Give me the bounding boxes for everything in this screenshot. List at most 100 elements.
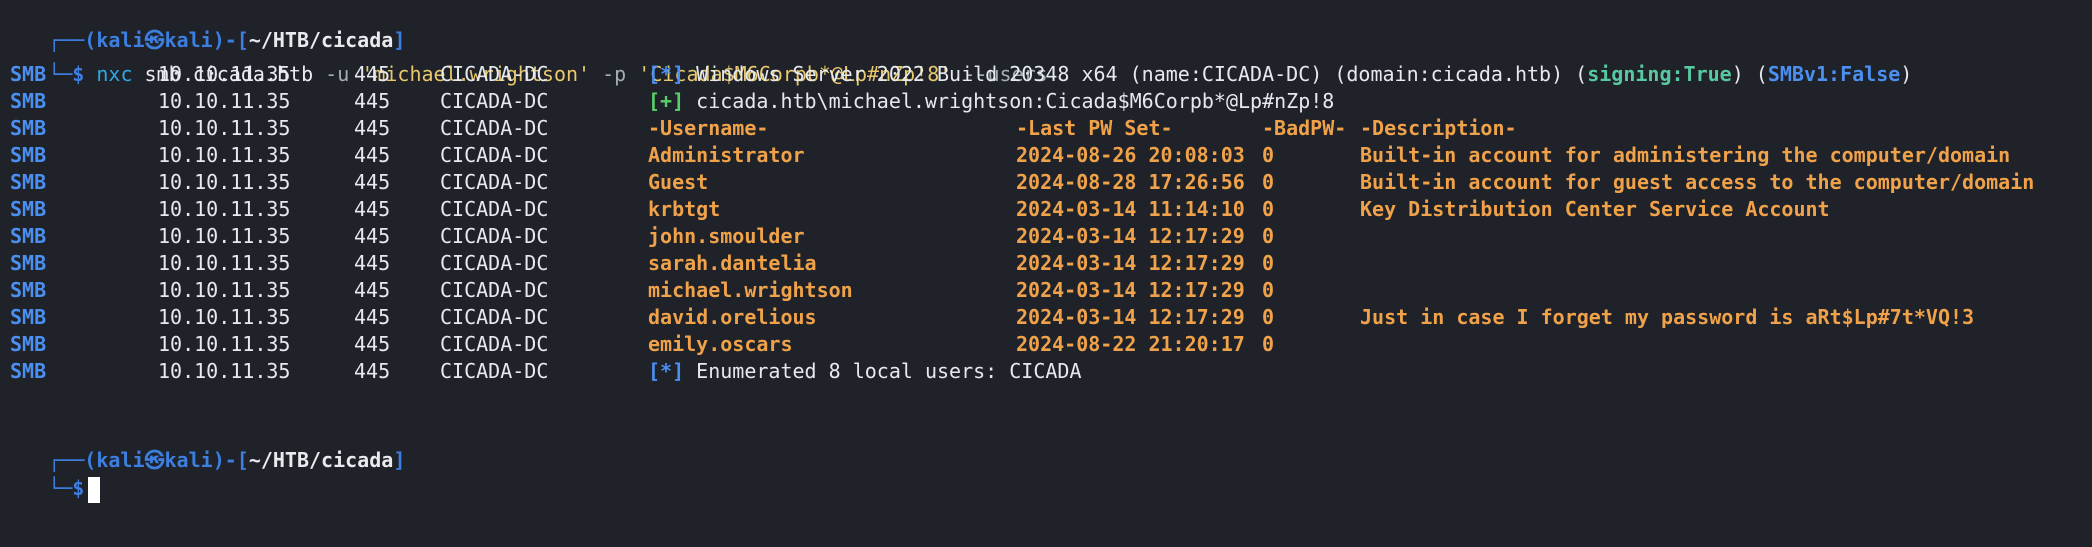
info-mark: [*] bbox=[648, 62, 685, 86]
bad-pw-count: 0 bbox=[1262, 170, 1275, 194]
proto-label: SMB bbox=[10, 332, 47, 356]
ip-address: 10.10.11.35 bbox=[158, 332, 291, 356]
last-pw-set: 2024-03-14 12:17:29 bbox=[1016, 251, 1245, 275]
ip-address: 10.10.11.35 bbox=[158, 62, 291, 86]
ip-address: 10.10.11.35 bbox=[158, 197, 291, 221]
bad-pw-count: 0 bbox=[1262, 278, 1275, 302]
user-row: SMB 10.10.11.35 445 CICADA-DC Administrator 2… bbox=[0, 142, 2092, 169]
summary-mark: [*] bbox=[648, 359, 685, 383]
port: 445 bbox=[354, 359, 391, 383]
port: 445 bbox=[354, 170, 391, 194]
proto-label: SMB bbox=[10, 62, 47, 86]
username: michael.wrightson bbox=[648, 278, 853, 302]
terminal-window[interactable]: ┌──(kali㉿kali)-[~/HTB/cicada] └─$ nxc sm… bbox=[0, 0, 2092, 514]
bad-pw-count: 0 bbox=[1262, 251, 1275, 275]
bad-pw-count: 0 bbox=[1262, 332, 1275, 356]
port: 445 bbox=[354, 251, 391, 275]
hostname: CICADA-DC bbox=[440, 143, 549, 167]
username: sarah.dantelia bbox=[648, 251, 817, 275]
smbv1-status: SMBv1:False bbox=[1767, 62, 1901, 86]
hostname: CICADA-DC bbox=[440, 224, 549, 248]
summary-message: [*] Enumerated 8 local users: CICADA bbox=[648, 359, 1082, 383]
last-pw-set: 2024-08-22 21:20:17 bbox=[1016, 332, 1245, 356]
username: david.orelious bbox=[648, 305, 817, 329]
username: Guest bbox=[648, 170, 709, 194]
prompt-at-icon: ㉿ bbox=[144, 448, 165, 472]
auth-mark: [+] bbox=[648, 89, 685, 113]
last-pw-set: 2024-08-26 20:08:03 bbox=[1016, 143, 1245, 167]
proto-label: SMB bbox=[10, 170, 47, 194]
description: Built-in account for guest access to the… bbox=[1360, 170, 2035, 194]
prompt-path: ~/HTB/cicada bbox=[248, 448, 394, 472]
header-bad-pw: -BadPW- bbox=[1262, 116, 1347, 140]
input-line[interactable]: └─$ bbox=[0, 448, 101, 503]
hostname: CICADA-DC bbox=[440, 251, 549, 275]
last-pw-set: 2024-03-14 11:14:10 bbox=[1016, 197, 1245, 221]
proto-label: SMB bbox=[10, 278, 47, 302]
bad-pw-count: 0 bbox=[1262, 143, 1275, 167]
hostname: CICADA-DC bbox=[440, 116, 549, 140]
header-description: -Description- bbox=[1360, 116, 1517, 140]
signing-status: signing:True bbox=[1587, 62, 1732, 86]
last-pw-set: 2024-03-14 12:17:29 bbox=[1016, 278, 1245, 302]
username: krbtgt bbox=[648, 197, 721, 221]
prompt-line-1: ┌──(kali㉿kali)-[~/HTB/cicada] bbox=[0, 0, 405, 52]
ip-address: 10.10.11.35 bbox=[158, 278, 291, 302]
proto-label: SMB bbox=[10, 89, 47, 113]
user-row: SMB 10.10.11.35 445 CICADA-DC david.orelious… bbox=[0, 304, 2092, 331]
proto-label: SMB bbox=[10, 197, 47, 221]
proto-label: SMB bbox=[10, 116, 47, 140]
output-summary-line: SMB 10.10.11.35 445 CICADA-DC [*] Enumer… bbox=[0, 358, 2092, 385]
output-header-line: SMB 10.10.11.35 445 CICADA-DC -Username-… bbox=[0, 115, 2092, 142]
bad-pw-count: 0 bbox=[1262, 305, 1275, 329]
prompt-dollar: $ bbox=[72, 476, 85, 500]
port: 445 bbox=[354, 62, 391, 86]
description: Key Distribution Center Service Account bbox=[1360, 197, 1830, 221]
hostname: CICADA-DC bbox=[440, 89, 549, 113]
port: 445 bbox=[354, 305, 391, 329]
ip-address: 10.10.11.35 bbox=[158, 116, 291, 140]
prompt-branch: └─ bbox=[48, 476, 73, 500]
last-pw-set: 2024-03-14 12:17:29 bbox=[1016, 224, 1245, 248]
hostname: CICADA-DC bbox=[440, 62, 549, 86]
info-message: [*] Windows Server 2022 Build 20348 x64 … bbox=[648, 62, 1913, 86]
last-pw-set: 2024-08-28 17:26:56 bbox=[1016, 170, 1245, 194]
auth-message: [+] cicada.htb\michael.wrightson:Cicada$… bbox=[648, 89, 1335, 113]
username: john.smoulder bbox=[648, 224, 805, 248]
port: 445 bbox=[354, 89, 391, 113]
description: Just in case I forget my password is aRt… bbox=[1360, 305, 1975, 329]
proto-label: SMB bbox=[10, 359, 47, 383]
proto-label: SMB bbox=[10, 251, 47, 275]
username: emily.oscars bbox=[648, 332, 793, 356]
port: 445 bbox=[354, 224, 391, 248]
text-cursor[interactable] bbox=[88, 476, 101, 503]
output-info-line: SMB 10.10.11.35 445 CICADA-DC [*] Window… bbox=[0, 61, 2092, 88]
command-line: └─$ nxc smb cicada.htb -u 'michael.wrigh… bbox=[0, 34, 1048, 86]
user-row: SMB 10.10.11.35 445 CICADA-DC michael.wright… bbox=[0, 277, 2092, 304]
header-last-pw-set: -Last PW Set- bbox=[1016, 116, 1173, 140]
ip-address: 10.10.11.35 bbox=[158, 143, 291, 167]
ip-address: 10.10.11.35 bbox=[158, 251, 291, 275]
port: 445 bbox=[354, 116, 391, 140]
ip-address: 10.10.11.35 bbox=[158, 359, 291, 383]
proto-label: SMB bbox=[10, 224, 47, 248]
last-pw-set: 2024-03-14 12:17:29 bbox=[1016, 305, 1245, 329]
hostname: CICADA-DC bbox=[440, 332, 549, 356]
port: 445 bbox=[354, 197, 391, 221]
ip-address: 10.10.11.35 bbox=[158, 305, 291, 329]
ip-address: 10.10.11.35 bbox=[158, 89, 291, 113]
proto-label: SMB bbox=[10, 305, 47, 329]
hostname: CICADA-DC bbox=[440, 278, 549, 302]
bad-pw-count: 0 bbox=[1262, 197, 1275, 221]
bad-pw-count: 0 bbox=[1262, 224, 1275, 248]
prompt-close: )-[ bbox=[212, 448, 249, 472]
output-auth-line: SMB 10.10.11.35 445 CICADA-DC [+] cicada… bbox=[0, 88, 2092, 115]
ip-address: 10.10.11.35 bbox=[158, 224, 291, 248]
prompt-line-2: ┌──(kali㉿kali)-[~/HTB/cicada] bbox=[0, 420, 405, 472]
description: Built-in account for administering the c… bbox=[1360, 143, 2011, 167]
hostname: CICADA-DC bbox=[440, 170, 549, 194]
prompt-user: kali bbox=[96, 448, 145, 472]
prompt-host: kali bbox=[164, 448, 213, 472]
username: Administrator bbox=[648, 143, 805, 167]
hostname: CICADA-DC bbox=[440, 305, 549, 329]
